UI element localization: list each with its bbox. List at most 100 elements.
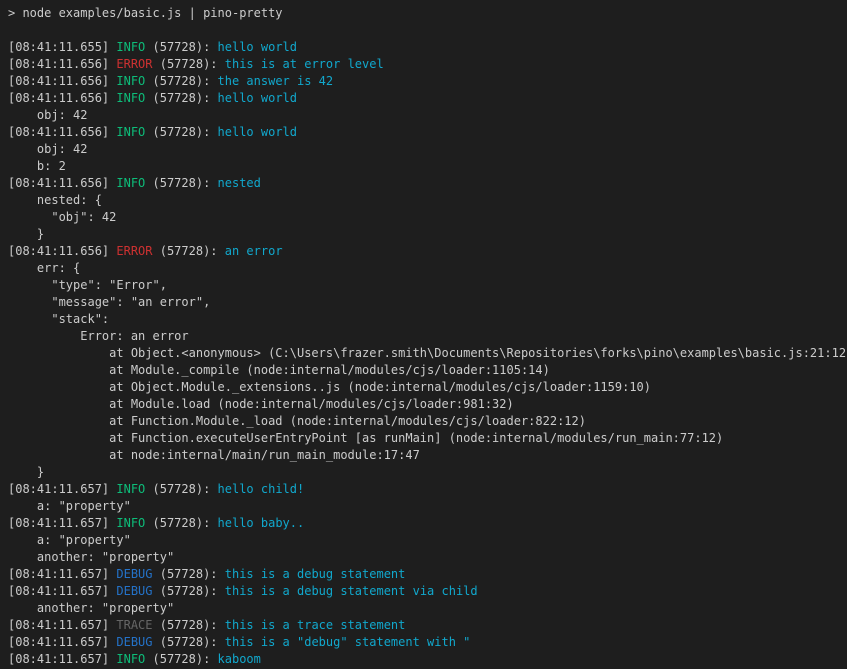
log-line: [08:41:11.656] INFO (57728): hello world	[8, 90, 847, 107]
terminal-blank-line	[8, 22, 847, 39]
log-message: this is a "debug" statement with "	[225, 635, 471, 649]
log-line: [08:41:11.657] INFO (57728): kaboom	[8, 651, 847, 668]
log-detail-text: }	[8, 465, 44, 479]
log-detail-text: "stack":	[8, 312, 109, 326]
log-timestamp: [08:41:11.655]	[8, 40, 116, 54]
log-pid: (57728):	[145, 516, 217, 530]
log-detail-line: }	[8, 464, 847, 481]
log-message: nested	[218, 176, 261, 190]
log-detail-text: err: {	[8, 261, 80, 275]
log-detail-text: b: 2	[8, 159, 66, 173]
log-timestamp: [08:41:11.656]	[8, 176, 116, 190]
log-timestamp: [08:41:11.656]	[8, 57, 116, 71]
log-level: INFO	[116, 125, 145, 139]
log-level: TRACE	[116, 618, 152, 632]
log-level: DEBUG	[116, 584, 152, 598]
log-level: INFO	[116, 40, 145, 54]
log-detail-line: Error: an error	[8, 328, 847, 345]
log-timestamp: [08:41:11.657]	[8, 652, 116, 666]
log-pid: (57728):	[153, 635, 225, 649]
log-message: hello baby..	[218, 516, 305, 530]
log-pid: (57728):	[153, 567, 225, 581]
terminal-output[interactable]: > node examples/basic.js | pino-pretty […	[0, 0, 847, 669]
log-detail-line: a: "property"	[8, 532, 847, 549]
log-message: the answer is 42	[218, 74, 334, 88]
log-detail-line: another: "property"	[8, 600, 847, 617]
log-detail-line: at Module.load (node:internal/modules/cj…	[8, 396, 847, 413]
log-detail-line: "obj": 42	[8, 209, 847, 226]
log-detail-text: a: "property"	[8, 499, 131, 513]
log-detail-text: nested: {	[8, 193, 102, 207]
log-pid: (57728):	[153, 244, 225, 258]
log-pid: (57728):	[153, 57, 225, 71]
log-line: [08:41:11.657] DEBUG (57728): this is a …	[8, 634, 847, 651]
log-pid: (57728):	[145, 125, 217, 139]
log-line: [08:41:11.657] INFO (57728): hello baby.…	[8, 515, 847, 532]
log-level: INFO	[116, 176, 145, 190]
log-level: INFO	[116, 74, 145, 88]
log-pid: (57728):	[145, 482, 217, 496]
log-message: this is a trace statement	[225, 618, 406, 632]
log-line: [08:41:11.655] INFO (57728): hello world	[8, 39, 847, 56]
log-line: [08:41:11.657] DEBUG (57728): this is a …	[8, 583, 847, 600]
log-detail-text: "obj": 42	[8, 210, 116, 224]
log-detail-text: Error: an error	[8, 329, 189, 343]
log-level: INFO	[116, 516, 145, 530]
log-timestamp: [08:41:11.657]	[8, 635, 116, 649]
log-timestamp: [08:41:11.657]	[8, 482, 116, 496]
log-detail-line: "type": "Error",	[8, 277, 847, 294]
log-detail-line: at node:internal/main/run_main_module:17…	[8, 447, 847, 464]
log-pid: (57728):	[145, 652, 217, 666]
log-detail-text: at Object.Module._extensions..js (node:i…	[8, 380, 651, 394]
log-line: [08:41:11.656] ERROR (57728): an error	[8, 243, 847, 260]
log-level: DEBUG	[116, 635, 152, 649]
log-message: an error	[225, 244, 283, 258]
log-line: [08:41:11.656] ERROR (57728): this is at…	[8, 56, 847, 73]
log-detail-line: b: 2	[8, 158, 847, 175]
log-line: [08:41:11.657] INFO (57728): hello child…	[8, 481, 847, 498]
log-timestamp: [08:41:11.656]	[8, 74, 116, 88]
log-message: this is at error level	[225, 57, 384, 71]
log-detail-text: at Object.<anonymous> (C:\Users\frazer.s…	[8, 346, 847, 360]
log-timestamp: [08:41:11.657]	[8, 618, 116, 632]
log-timestamp: [08:41:11.656]	[8, 91, 116, 105]
command-line: > node examples/basic.js | pino-pretty	[8, 5, 847, 22]
log-line: [08:41:11.656] INFO (57728): nested	[8, 175, 847, 192]
log-detail-text: obj: 42	[8, 142, 87, 156]
log-pid: (57728):	[153, 584, 225, 598]
log-timestamp: [08:41:11.656]	[8, 125, 116, 139]
log-detail-line: at Object.Module._extensions..js (node:i…	[8, 379, 847, 396]
log-detail-line: a: "property"	[8, 498, 847, 515]
log-timestamp: [08:41:11.657]	[8, 567, 116, 581]
log-pid: (57728):	[145, 176, 217, 190]
log-pid: (57728):	[145, 74, 217, 88]
log-timestamp: [08:41:11.656]	[8, 244, 116, 258]
log-detail-text: obj: 42	[8, 108, 87, 122]
log-detail-line: }	[8, 226, 847, 243]
log-level: ERROR	[116, 57, 152, 71]
log-line: [08:41:11.656] INFO (57728): hello world	[8, 124, 847, 141]
log-level: ERROR	[116, 244, 152, 258]
log-timestamp: [08:41:11.657]	[8, 584, 116, 598]
log-detail-line: err: {	[8, 260, 847, 277]
log-level: INFO	[116, 91, 145, 105]
log-detail-text: a: "property"	[8, 533, 131, 547]
log-detail-text: at Module._compile (node:internal/module…	[8, 363, 550, 377]
log-message: hello world	[218, 125, 297, 139]
log-detail-text: "type": "Error",	[8, 278, 167, 292]
log-pid: (57728):	[145, 91, 217, 105]
log-level: INFO	[116, 652, 145, 666]
log-message: hello world	[218, 91, 297, 105]
log-detail-text: "message": "an error",	[8, 295, 210, 309]
log-message: kaboom	[218, 652, 261, 666]
log-level: INFO	[116, 482, 145, 496]
log-detail-line: obj: 42	[8, 107, 847, 124]
log-line: [08:41:11.657] DEBUG (57728): this is a …	[8, 566, 847, 583]
log-detail-line: nested: {	[8, 192, 847, 209]
log-detail-text: at node:internal/main/run_main_module:17…	[8, 448, 420, 462]
log-pid: (57728):	[145, 40, 217, 54]
log-detail-text: at Function.executeUserEntryPoint [as ru…	[8, 431, 723, 445]
log-message: this is a debug statement	[225, 567, 406, 581]
log-message: hello world	[218, 40, 297, 54]
log-detail-text: at Module.load (node:internal/modules/cj…	[8, 397, 514, 411]
